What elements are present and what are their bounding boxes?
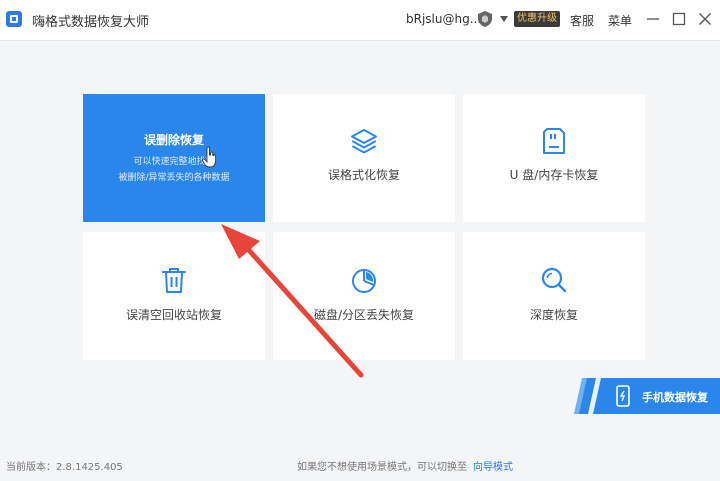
menu-link[interactable]: 菜单 [608,12,632,29]
vip-upgrade-badge[interactable]: 优惠升级 [514,11,560,27]
customer-service-link[interactable]: 客服 [570,12,594,29]
card-mistaken-delete-title: 误删除恢复 [143,133,204,147]
mobile-recovery-button[interactable]: 手机数据恢复 [574,378,720,414]
maximize-icon[interactable] [671,11,687,27]
chevron-down-icon[interactable] [500,16,508,22]
card-recycle-bin-recovery[interactable]: 误清空回收站恢复 [83,232,265,360]
card-mistaken-delete[interactable]: 误删除恢复 可以快速完整地找回 被删除/异常丢失的各种数据 [83,94,265,222]
shield-icon[interactable] [478,11,492,27]
layers-icon [351,129,377,154]
card-format-recovery-label: 误格式化恢复 [327,168,400,182]
sd-card-icon [543,128,565,154]
search-icon [541,267,567,293]
minimize-icon[interactable] [645,11,661,27]
app-logo-icon [6,11,22,27]
card-format-recovery[interactable]: 误格式化恢复 [273,94,455,222]
card-udisk-recovery-label: U 盘/内存卡恢复 [509,168,599,182]
card-udisk-recovery[interactable]: U 盘/内存卡恢复 [463,94,645,222]
card-partition-recovery-label: 磁盘/分区丢失恢复 [313,308,415,322]
card-recycle-bin-recovery-label: 误清空回收站恢复 [125,308,222,322]
trash-icon [162,268,186,293]
card-deep-recovery-label: 深度恢复 [529,308,578,322]
card-partition-recovery[interactable]: 磁盘/分区丢失恢复 [273,232,455,360]
card-mistaken-delete-desc-2: 被删除/异常丢失的各种数据 [118,173,230,183]
card-mistaken-delete-desc-1: 可以快速完整地找回 [133,157,215,167]
title-bar: 嗨格式数据恢复大师 bRjslu@hg... 优惠升级 客服 菜单 [0,0,720,41]
pie-chart-icon [352,269,376,293]
close-icon[interactable] [697,11,713,27]
hand-cursor-icon [202,146,217,168]
wizard-mode-link[interactable]: 向导模式 [473,462,513,473]
mobile-recovery-label: 手机数据恢复 [642,391,708,404]
app-title: 嗨格式数据恢复大师 [32,15,150,30]
mode-switch-hint-text: 如果您不想使用场景模式，可以切换至 [297,462,467,473]
mode-switch-hint: 如果您不想使用场景模式，可以切换至 向导模式 [297,458,513,473]
version-text: 当前版本：2.8.1425.405 [6,462,123,473]
card-deep-recovery[interactable]: 深度恢复 [463,232,645,360]
account-name[interactable]: bRjslu@hg... [406,12,481,26]
phone-icon [616,385,630,407]
